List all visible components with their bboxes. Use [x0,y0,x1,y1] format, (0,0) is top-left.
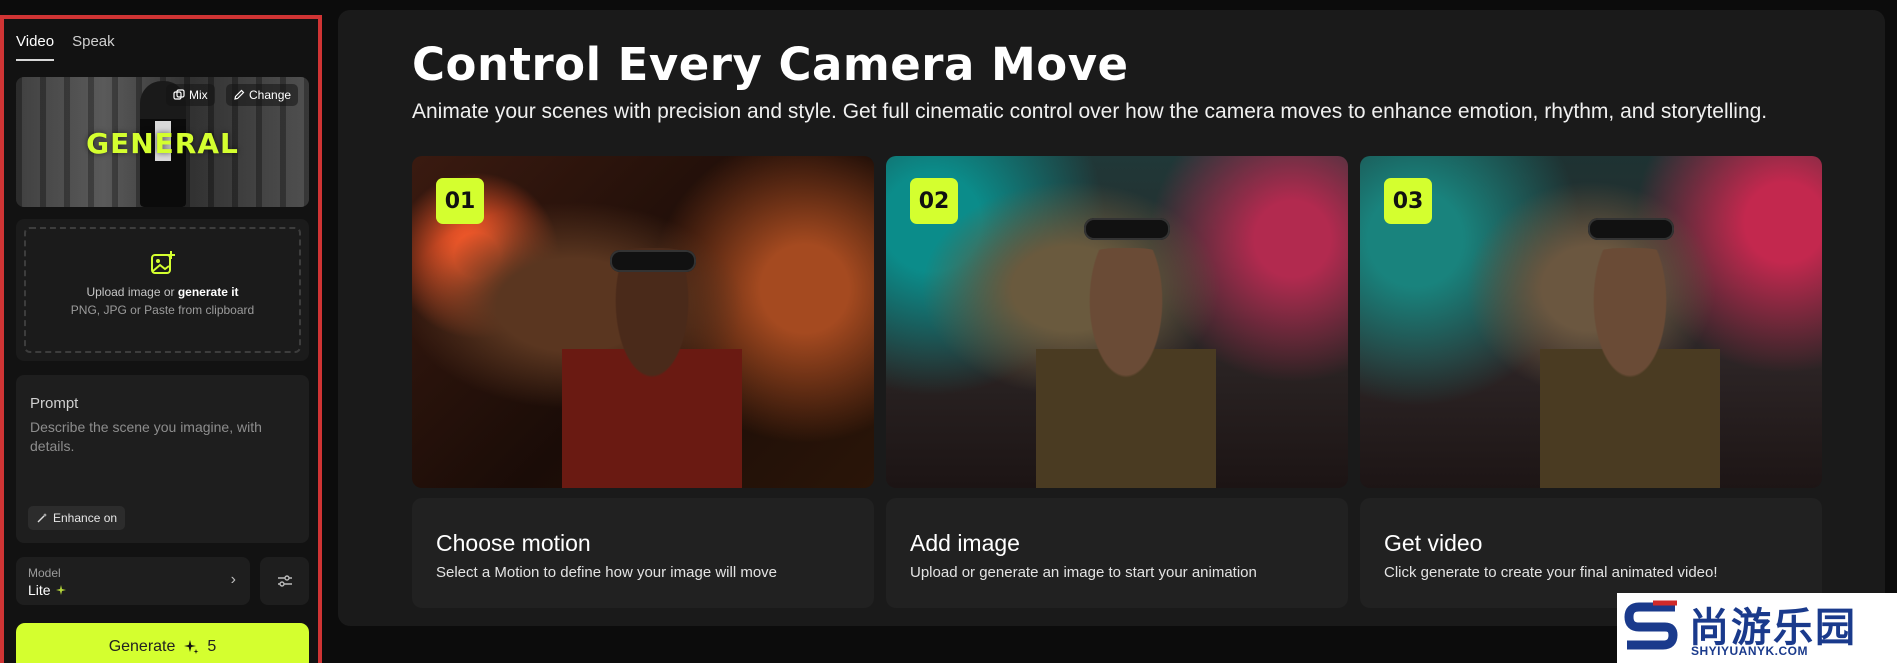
prompt-label: Prompt [30,395,79,412]
step-description: Upload or generate an image to start you… [910,564,1257,581]
site-watermark: 尚游乐园 SHYIYUANYK.COM [1617,593,1897,663]
step-info-2: Add image Upload or generate an image to… [886,498,1348,608]
camera-move-intro: Control Every Camera Move Animate your s… [338,10,1885,626]
step-title: Choose motion [436,530,591,556]
watermark-url: SHYIYUANYK.COM [1691,644,1809,658]
step-badge: 03 [1384,178,1432,224]
enhance-label: Enhance on [53,511,118,525]
pencil-icon [234,89,245,100]
mix-icon [173,89,185,100]
scene-figure [1540,248,1720,488]
step-info-1: Choose motion Select a Motion to define … [412,498,874,608]
upload-dropzone[interactable]: Upload image or generate it PNG, JPG or … [24,227,301,353]
step-card-2: 02 Add image Upload or generate an image… [886,156,1348,610]
step-badge: 02 [910,178,958,224]
scene-figure [1036,248,1216,488]
watermark-logo-icon [1624,600,1678,650]
upload-text-prefix: Upload image or [86,285,178,299]
upload-formats: PNG, JPG or Paste from clipboard [70,303,255,317]
step-image-2: 02 [886,156,1348,488]
upload-instruction: Upload image or generate it [26,285,299,299]
tab-video[interactable]: Video [16,33,55,61]
sparkle-icon [184,640,199,654]
model-value: Lite [28,582,67,598]
generate-it-link[interactable]: generate it [178,285,239,299]
model-label: Model [28,566,61,580]
step-title: Get video [1384,530,1483,556]
step-image-1: 01 [412,156,874,488]
page-subtitle: Animate your scenes with precision and s… [412,100,1768,123]
tab-speak[interactable]: Speak [72,33,115,61]
source-image-preview: GENERAL Mix Change [16,77,309,207]
image-plus-icon [150,251,175,274]
settings-button[interactable] [260,557,309,605]
sunglasses-shape [610,250,696,272]
generate-button[interactable]: Generate 5 [16,623,309,663]
enhance-toggle[interactable]: Enhance on [28,506,126,530]
step-card-3: 03 Get video Click generate to create yo… [1360,156,1822,610]
prompt-placeholder: Describe the scene you imagine, with det… [30,419,262,454]
step-title: Add image [910,530,1020,556]
mode-tabs: Video Speak [16,33,115,61]
step-badge: 01 [436,178,484,224]
sunglasses-shape [1084,218,1170,240]
upload-area: Upload image or generate it PNG, JPG or … [16,219,309,361]
change-label: Change [249,88,292,102]
sunglasses-shape [1588,218,1674,240]
step-description: Click generate to create your final anim… [1384,564,1718,581]
prompt-field[interactable]: Prompt Describe the scene you imagine, w… [16,375,309,543]
sliders-icon [277,575,292,587]
step-description: Select a Motion to define how your image… [436,564,778,581]
change-image-button[interactable]: Change [226,84,299,106]
magic-wand-icon [37,513,47,523]
scene-figure [562,248,742,488]
chevron-right-icon: › [230,571,236,588]
mix-button[interactable]: Mix [166,84,215,106]
preview-overlay-text: GENERAL [86,127,239,160]
step-image-3: 03 [1360,156,1822,488]
step-card-1: 01 Choose motion Select a Motion to defi… [412,156,874,610]
mix-label: Mix [189,88,208,102]
model-name: Lite [28,582,51,598]
generation-sidebar: Video Speak GENERAL Mix Change Upload im… [0,15,322,663]
generate-cost: 5 [207,638,217,655]
model-selector[interactable]: Model Lite › [16,557,250,605]
sparkle-icon [55,585,66,595]
generate-label: Generate [108,638,176,655]
step-info-3: Get video Click generate to create your … [1360,498,1822,608]
page-title: Control Every Camera Move [412,38,1129,91]
